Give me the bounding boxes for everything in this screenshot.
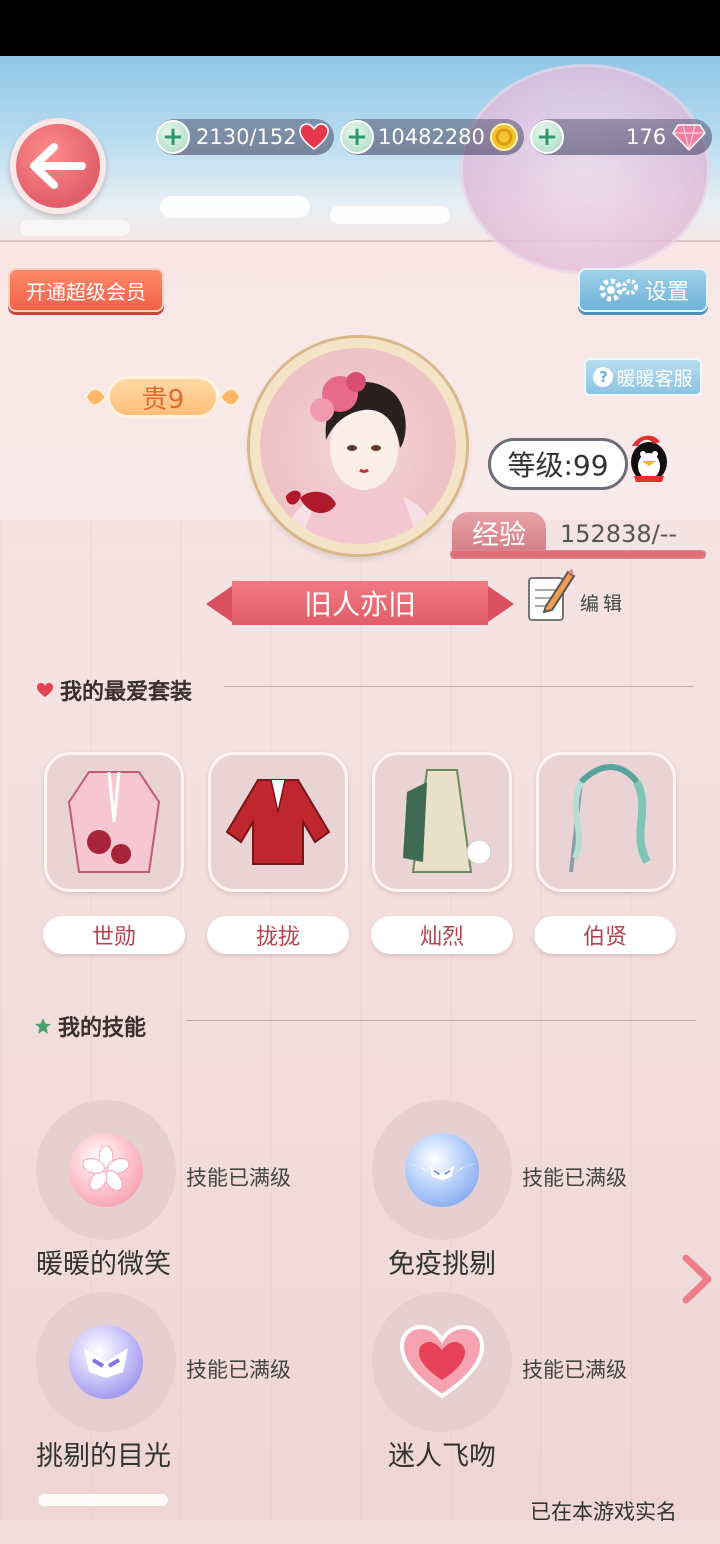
favorite-outfits-title: 我的最爱套装	[60, 680, 193, 705]
stamina-counter: + 2130/152	[156, 119, 334, 155]
stamina-value: 2130/152	[196, 125, 297, 149]
player-name-banner: 旧人亦旧	[206, 578, 514, 628]
vip-rank-badge: 贵9	[84, 370, 242, 424]
diamond-counter: + 176	[530, 119, 712, 155]
settings-label: 设置	[644, 280, 689, 305]
help-icon: ?	[593, 367, 614, 387]
notepad-pencil-icon	[528, 568, 576, 621]
skill-name-2: 免疫挑剔	[388, 1249, 496, 1280]
player-name: 旧人亦旧	[232, 581, 488, 625]
back-button[interactable]	[10, 118, 106, 214]
winged-mask-icon	[407, 1163, 477, 1181]
skill-name-1: 暖暖的微笑	[36, 1249, 171, 1280]
outfit-label-1[interactable]: 世勋	[43, 916, 185, 954]
avatar[interactable]	[250, 338, 466, 554]
coins-value: 10482280	[378, 125, 485, 149]
status-bar	[0, 0, 720, 56]
gold-coin-icon	[489, 123, 518, 151]
heart-bullet-icon	[37, 683, 53, 697]
favorite-outfits-header: 我的最爱套装	[36, 674, 192, 706]
teal-accessory-outfit-icon	[569, 764, 651, 873]
decorative-bottom-bar	[38, 1494, 168, 1506]
red-jacket-outfit-icon	[225, 779, 331, 865]
real-name-verified-text: 已在本游戏实名	[530, 1500, 677, 1524]
edit-label: 编辑	[580, 592, 627, 615]
level-badge: 等级:99	[488, 438, 628, 490]
character-portrait	[286, 372, 430, 544]
outfit-card-4[interactable]	[536, 752, 676, 892]
settings-button[interactable]: 设置	[578, 268, 708, 312]
skill-icon-4[interactable]	[372, 1292, 512, 1432]
next-page-arrow-icon[interactable]	[676, 1254, 716, 1304]
diamond-icon	[672, 124, 707, 151]
skill-status-4: 技能已满级	[522, 1358, 627, 1382]
outfit-label-3[interactable]: 灿烈	[371, 916, 513, 954]
outfit-label-2[interactable]: 拢拢	[207, 916, 349, 954]
outfit-card-1[interactable]	[44, 752, 184, 892]
experience-progress-bar	[450, 550, 706, 559]
experience-progress-fill	[451, 551, 705, 558]
skill-icon-3[interactable]	[36, 1292, 176, 1432]
skill-status-3: 技能已满级	[186, 1358, 291, 1382]
outfit-card-3[interactable]	[372, 752, 512, 892]
skills-header: 我的技能	[34, 1010, 146, 1042]
vip-rank-label: 贵9	[107, 376, 219, 418]
add-stamina-button[interactable]: +	[156, 120, 190, 154]
customer-service-button[interactable]: ? 暖暖客服	[584, 358, 702, 396]
coin-counter: + 10482280	[340, 119, 524, 155]
pink-kimono-outfit-icon	[67, 771, 161, 873]
skill-name-4: 迷人飞吻	[388, 1441, 496, 1472]
add-diamonds-button[interactable]: +	[530, 120, 564, 154]
qq-penguin-icon[interactable]	[624, 432, 674, 484]
experience-value: 152838/--	[560, 520, 678, 548]
heart-icon	[298, 123, 329, 150]
experience-label: 经验	[452, 512, 546, 552]
heart-icon	[399, 1324, 485, 1399]
favorite-outfits-divider	[224, 686, 694, 687]
sakura-icon	[82, 1145, 130, 1191]
skills-title: 我的技能	[58, 1016, 147, 1041]
gear-icon	[599, 278, 638, 302]
outfit-label-4[interactable]: 伯贤	[534, 916, 676, 954]
mask-icon	[84, 1348, 128, 1378]
skill-icon-1[interactable]	[36, 1100, 176, 1240]
green-robe-outfit-icon	[403, 769, 492, 873]
back-arrow-icon	[30, 143, 86, 189]
skill-status-2: 技能已满级	[522, 1166, 627, 1190]
outfit-card-2[interactable]	[208, 752, 348, 892]
skill-name-3: 挑剔的目光	[36, 1441, 171, 1472]
star-bullet-icon	[35, 1018, 51, 1034]
skill-icon-2[interactable]	[372, 1100, 512, 1240]
customer-service-label: 暖暖客服	[616, 367, 693, 390]
skill-status-1: 技能已满级	[186, 1166, 291, 1190]
add-coins-button[interactable]: +	[340, 120, 374, 154]
vip-subscribe-button[interactable]: 开通超级会员	[8, 268, 164, 312]
diamonds-value: 176	[626, 125, 667, 149]
skills-divider	[186, 1020, 696, 1021]
rose-window-decoration	[460, 64, 710, 274]
edit-name-button[interactable]: 编辑	[526, 566, 636, 624]
